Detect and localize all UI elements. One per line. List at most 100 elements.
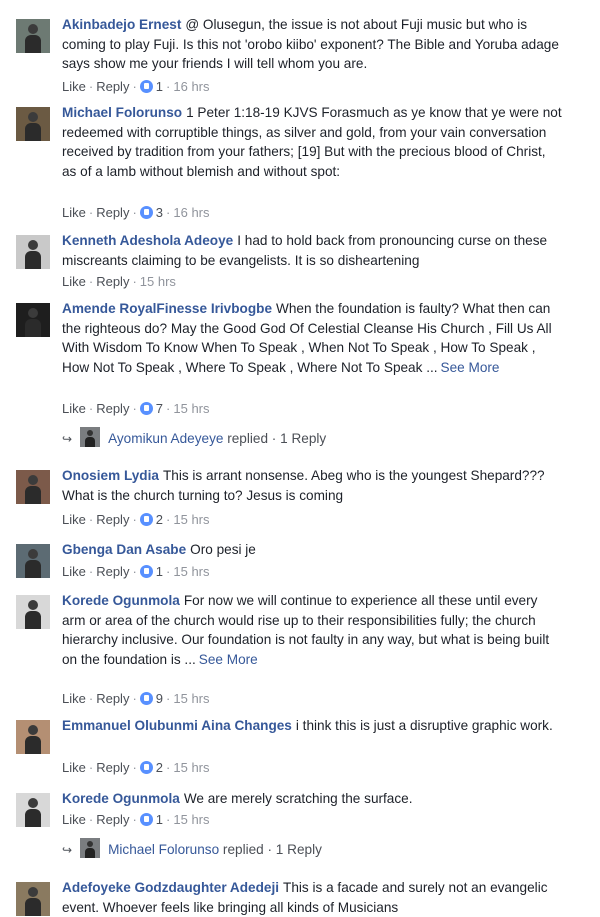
comment-timestamp[interactable]: 16 hrs [173,79,209,94]
like-link[interactable]: Like [62,205,86,220]
replies-summary[interactable]: ↪ Ayomikun Adeyeye replied · 1 Reply [62,427,326,449]
comment-actions: Like · Reply · 15 hrs [62,274,176,290]
comment-body: Emmanuel Olubunmi Aina Changes i think th… [62,716,562,736]
comment-timestamp[interactable]: 15 hrs [173,401,209,416]
comment-text: i think this is just a disruptive graphi… [295,718,553,733]
avatar-body [25,898,41,916]
replier-name[interactable]: Ayomikun Adeyeye [108,431,223,446]
avatar[interactable] [16,107,50,141]
separator: · [88,274,94,289]
separator: · [88,564,94,579]
comment-author[interactable]: Korede Ogunmola [62,593,180,608]
avatar-body [85,437,96,447]
like-link[interactable]: Like [62,401,86,416]
avatar[interactable] [16,544,50,578]
like-link[interactable]: Like [62,564,86,579]
like-count[interactable]: 9 [156,691,163,706]
see-more-link[interactable]: See More [441,360,500,375]
avatar-body [25,611,41,629]
avatar[interactable] [16,793,50,827]
reply-arrow-icon: ↪ [62,432,73,446]
like-count[interactable]: 1 [156,812,163,827]
like-count[interactable]: 7 [156,401,163,416]
separator: · [166,564,171,579]
comment-author[interactable]: Onosiem Lydia [62,468,159,483]
comment-body: Kenneth Adeshola Adeoye I had to hold bac… [62,231,562,270]
like-link[interactable]: Like [62,79,86,94]
comment-author[interactable]: Adefoyeke Godzdaughter Adedeji [62,880,279,895]
comment-actions: Like · Reply · 3 · 16 hrs [62,205,210,221]
replies-count[interactable]: replied · 1 Reply [223,842,322,857]
comment-actions: Like · Reply · 7 · 15 hrs [62,401,210,417]
avatar-head [28,549,38,559]
comment-author[interactable]: Kenneth Adeshola Adeoye [62,233,233,248]
avatar[interactable] [16,235,50,269]
like-count[interactable]: 1 [156,79,163,94]
comment-body: Adefoyeke Godzdaughter Adedeji This is a … [62,878,562,917]
replier-name[interactable]: Michael Folorunso [108,842,219,857]
avatar-head [87,841,94,847]
reply-link[interactable]: Reply [96,79,129,94]
avatar-head [28,308,38,318]
like-count[interactable]: 2 [156,760,163,775]
comment-author[interactable]: Korede Ogunmola [62,791,180,806]
comment-timestamp[interactable]: 15 hrs [140,274,176,289]
like-link[interactable]: Like [62,512,86,527]
comment-text: We are merely scratching the surface. [183,791,413,806]
like-link[interactable]: Like [62,274,86,289]
comment-timestamp[interactable]: 15 hrs [173,564,209,579]
replies-summary[interactable]: ↪ Michael Folorunso replied · 1 Reply [62,838,322,860]
like-link[interactable]: Like [62,691,86,706]
comment-actions: Like · Reply · 1 · 16 hrs [62,79,210,95]
separator: · [166,401,171,416]
separator: · [88,401,94,416]
reply-link[interactable]: Reply [96,274,129,289]
avatar[interactable] [16,720,50,754]
comment-author[interactable]: Gbenga Dan Asabe [62,542,186,557]
comment-timestamp[interactable]: 15 hrs [173,812,209,827]
like-count[interactable]: 2 [156,512,163,527]
reply-link[interactable]: Reply [96,205,129,220]
replies-count[interactable]: replied · 1 Reply [227,431,326,446]
comment-timestamp[interactable]: 15 hrs [173,760,209,775]
avatar-head [87,430,94,436]
avatar[interactable] [16,882,50,916]
comment-author[interactable]: Emmanuel Olubunmi Aina Changes [62,718,292,733]
separator: · [166,691,171,706]
avatar-body [25,35,41,53]
separator: · [132,205,137,220]
avatar[interactable] [16,19,50,53]
see-more-link[interactable]: See More [199,652,258,667]
comment-author[interactable]: Michael Folorunso [62,105,182,120]
avatar-head [28,887,38,897]
comment-timestamp[interactable]: 16 hrs [173,205,209,220]
avatar-head [28,600,38,610]
reply-link[interactable]: Reply [96,760,129,775]
avatar[interactable] [16,595,50,629]
avatar-head [28,725,38,735]
reply-link[interactable]: Reply [96,401,129,416]
like-link[interactable]: Like [62,760,86,775]
comment-body: Onosiem Lydia This is arrant nonsense. Ab… [62,466,562,505]
comment-timestamp[interactable]: 15 hrs [173,512,209,527]
avatar-head [28,24,38,34]
comment-timestamp[interactable]: 15 hrs [173,691,209,706]
separator: · [166,512,171,527]
reply-link[interactable]: Reply [96,512,129,527]
reply-link[interactable]: Reply [96,564,129,579]
comment-author[interactable]: Akinbadejo Ernest [62,17,181,32]
comment-author[interactable]: Amende RoyalFinesse Irivbogbe [62,301,272,316]
reply-link[interactable]: Reply [96,691,129,706]
comment-body: Korede Ogunmola For now we will continue … [62,591,562,669]
thumbs-up-icon [139,513,153,526]
like-count[interactable]: 1 [156,564,163,579]
like-count[interactable]: 3 [156,205,163,220]
comment-body: Gbenga Dan Asabe Oro pesi je [62,540,562,560]
comment-actions: Like · Reply · 2 · 15 hrs [62,512,210,528]
separator: · [88,512,94,527]
avatar[interactable] [16,470,50,504]
reply-link[interactable]: Reply [96,812,129,827]
like-link[interactable]: Like [62,812,86,827]
avatar[interactable] [16,303,50,337]
thumbs-up-icon [139,206,153,219]
